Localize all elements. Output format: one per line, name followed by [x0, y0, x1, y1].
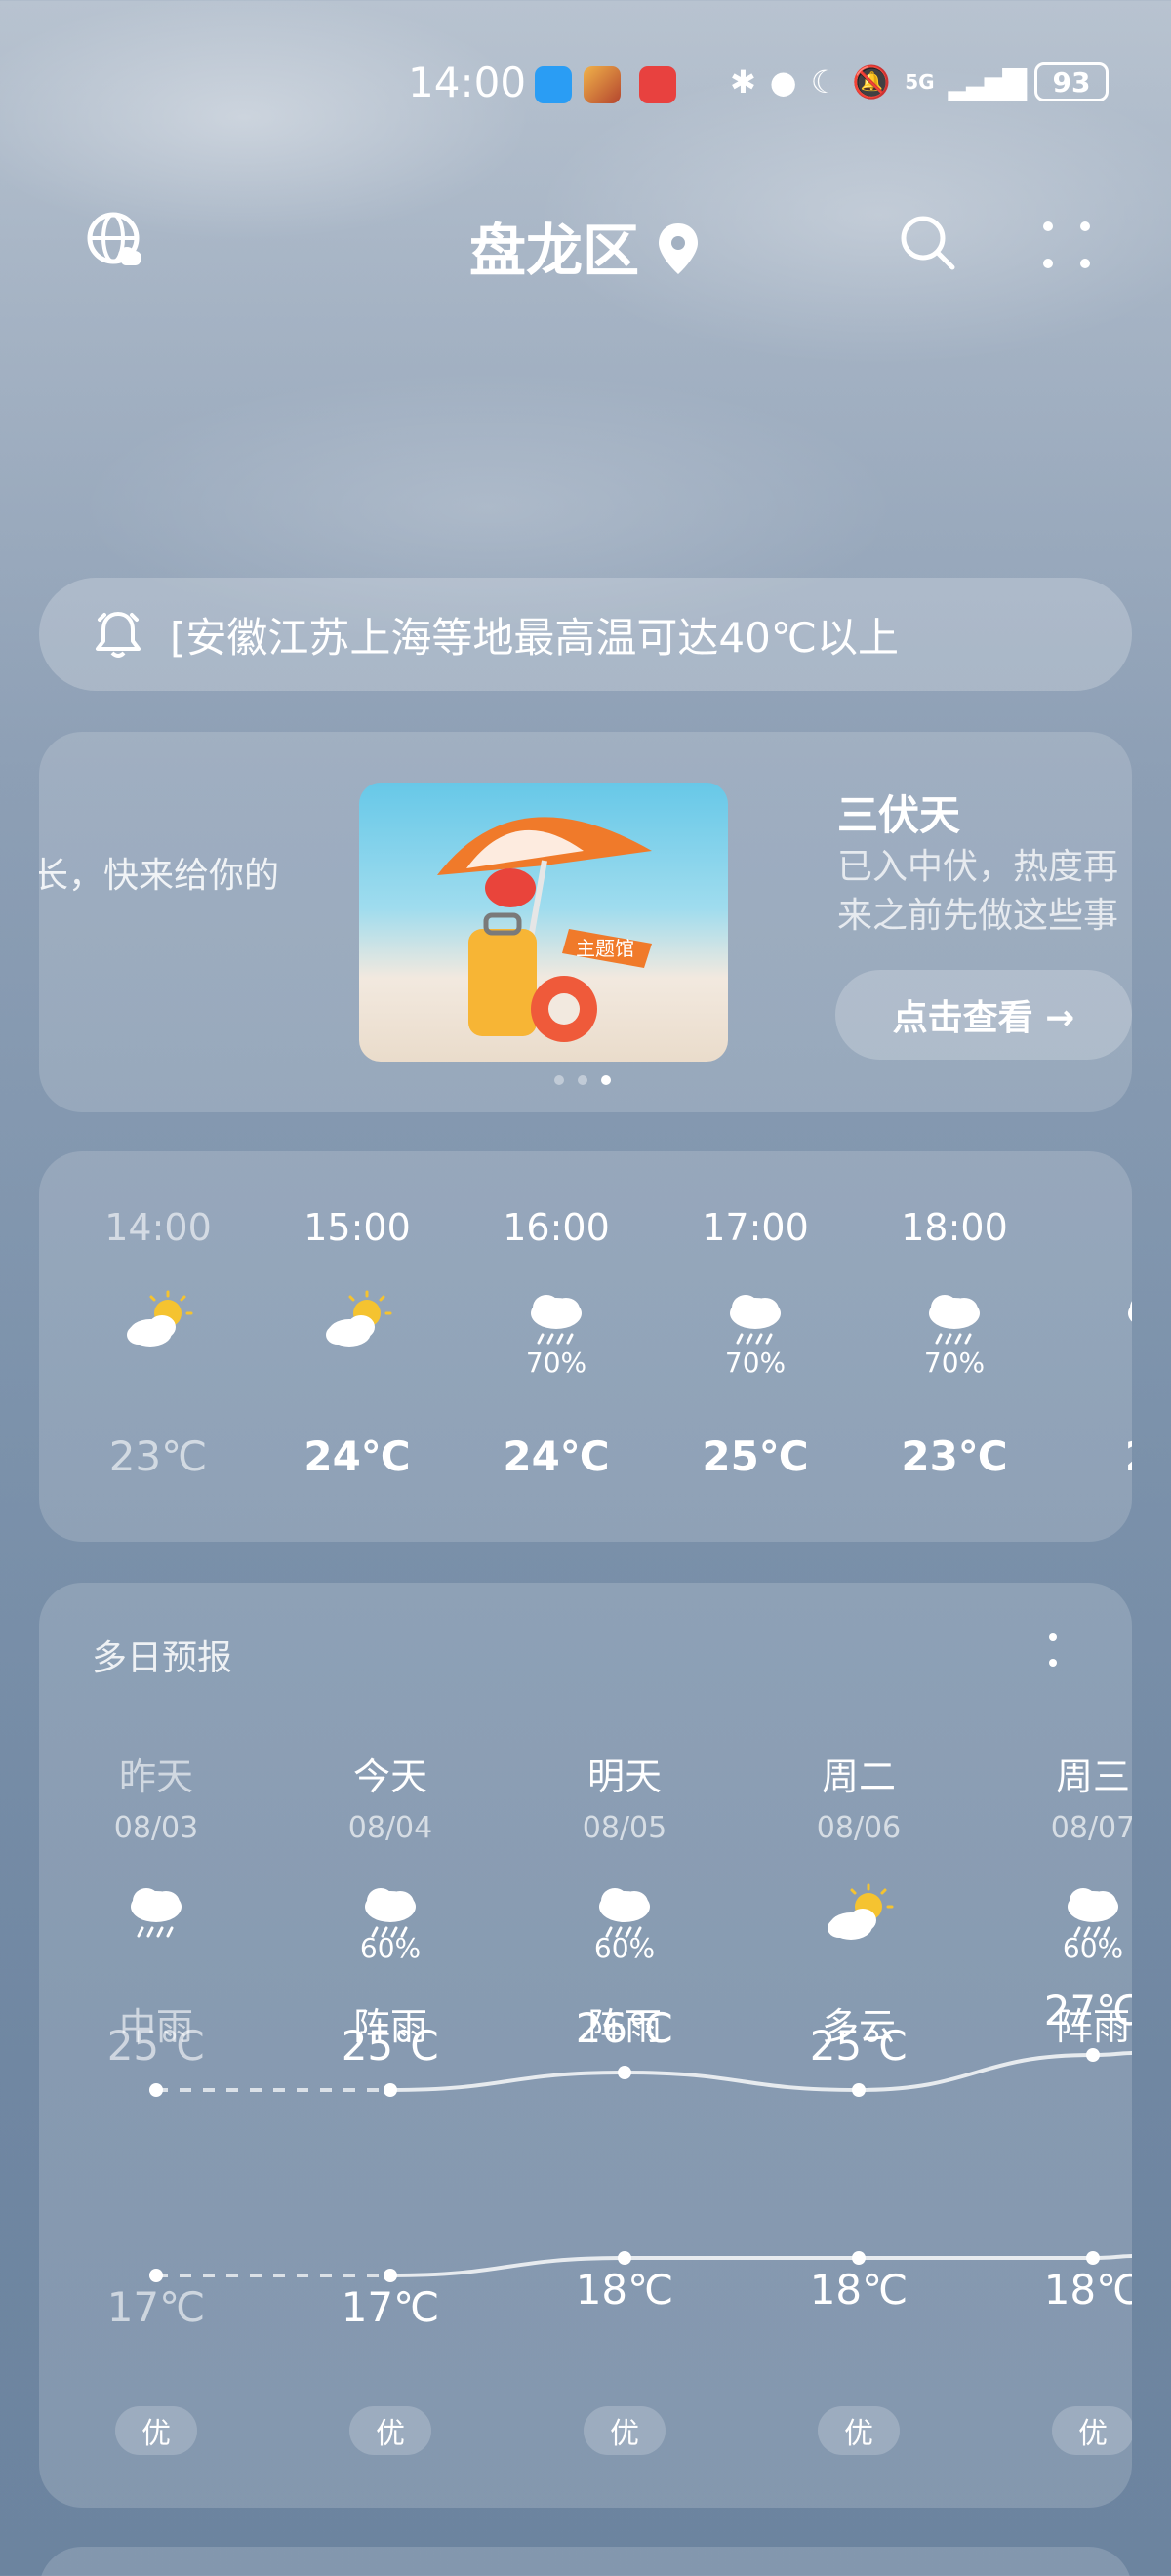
- battery-icon: 93: [1034, 62, 1109, 101]
- daily-item[interactable]: 周二 08/06 多云 25℃ 18℃ 优: [742, 1583, 976, 2508]
- rain-cloud-icon: [117, 1881, 195, 1969]
- hour-time: 14:00: [104, 1206, 212, 1249]
- low-temp: 17℃: [106, 2283, 206, 2331]
- daily-item[interactable]: 明天 08/05 60% 阵雨 26℃ 18℃ 优: [507, 1583, 742, 2508]
- day-name: 周二: [821, 1755, 896, 1798]
- hour-temp: 24℃: [503, 1432, 610, 1480]
- next-card: [39, 2547, 1132, 2576]
- weather-alert-bar[interactable]: [安徽江苏上海等地最高温可达40℃以上: [39, 578, 1132, 691]
- city-title[interactable]: 盘龙区: [0, 205, 1171, 287]
- banner-title: 三伏天: [837, 791, 961, 839]
- low-temp: 18℃: [809, 2266, 909, 2314]
- aqi-badge: 优: [349, 2406, 431, 2455]
- precip-chance: 70%: [724, 1347, 787, 1379]
- partly-cloudy-sun-icon: [820, 1881, 898, 1969]
- day-name: 昨天: [118, 1755, 193, 1798]
- low-temp: 18℃: [1043, 2266, 1132, 2314]
- hourly-item: 18:00 70% 23℃: [855, 1151, 1054, 1542]
- hour-temp: 24℃: [303, 1432, 411, 1480]
- day-date: 08/03: [113, 1811, 199, 1845]
- precip-chance: 70%: [525, 1347, 587, 1379]
- search-icon[interactable]: [896, 211, 958, 273]
- carousel-dots: [554, 1075, 611, 1085]
- signal-bars-icon: ▂▃▅▇: [948, 63, 1027, 101]
- daily-item[interactable]: 周三 08/07 60% 阵雨 27℃ 18℃ 优: [976, 1583, 1132, 2508]
- hour-time: 19: [1054, 1206, 1132, 1249]
- hourly-item: 14:00 23℃: [59, 1151, 258, 1542]
- promo-banner-card[interactable]: 长，快来给你的 主题馆 三伏天 已入中伏，热度再 来之前先做这些事 点击查看 →: [39, 732, 1132, 1112]
- precip-chance: 60%: [359, 1932, 422, 1964]
- aqi-badge: 优: [1052, 2406, 1132, 2455]
- hour-time: 17:00: [702, 1206, 809, 1249]
- high-temp: 27℃: [1043, 1987, 1132, 2034]
- message-app-icon: [535, 66, 572, 103]
- aqi-badge: 优: [115, 2406, 197, 2455]
- status-time: 14:00: [408, 59, 527, 106]
- daily-forecast-card[interactable]: 多日预报 昨天 08/03 中雨 25℃ 17℃ 优今天 08/04 60% 阵雨 25℃ 17℃ 优…: [39, 1583, 1132, 2508]
- carousel-dot: [578, 1075, 587, 1085]
- location-pin-icon: [659, 223, 698, 274]
- day-date: 08/07: [1050, 1811, 1132, 1845]
- hour-temp: 23℃: [901, 1432, 1008, 1480]
- hour-time: 15:00: [303, 1206, 411, 1249]
- day-date: 08/06: [816, 1811, 902, 1845]
- status-bar: 14:00 ✱ ● ☾ 🔕 5G ▂▃▅▇ 93: [0, 59, 1171, 117]
- hour-time: 16:00: [503, 1206, 610, 1249]
- alert-text: [安徽江苏上海等地最高温可达40℃以上: [170, 613, 899, 662]
- banner-desc-line-1: 已入中伏，热度再: [837, 847, 1119, 887]
- day-name: 明天: [586, 1755, 662, 1798]
- beach-umbrella-image: 主题馆: [359, 783, 728, 1062]
- carousel-dot: [554, 1075, 564, 1085]
- day-date: 08/04: [347, 1811, 433, 1845]
- precip-chance: 70%: [923, 1347, 986, 1379]
- aqi-badge: 优: [818, 2406, 900, 2455]
- status-indicators: ✱ ● ☾ 🔕 5G ▂▃▅▇ 93: [730, 62, 1109, 101]
- low-temp: 18℃: [575, 2266, 674, 2314]
- high-temp: 25℃: [106, 2022, 206, 2070]
- partly-cloudy-sun-icon: [318, 1288, 396, 1376]
- daily-item[interactable]: 今天 08/04 60% 阵雨 25℃ 17℃ 优: [273, 1583, 507, 2508]
- banner-image-tag: 主题馆: [576, 937, 634, 960]
- hour-time: 18:00: [901, 1206, 1008, 1249]
- precip-chance: 60%: [1062, 1932, 1124, 1964]
- mute-icon: 🔕: [852, 63, 892, 101]
- app-header: 盘龙区: [0, 195, 1171, 293]
- day-date: 08/05: [582, 1811, 667, 1845]
- partly-cloudy-sun-icon: [119, 1288, 197, 1376]
- banner-prev-text: 长，快来给你的: [39, 856, 280, 896]
- city-name: 盘龙区: [468, 218, 639, 284]
- more-options-icon[interactable]: [1040, 219, 1093, 271]
- precip-chance: 60%: [593, 1932, 656, 1964]
- hour-temp: 22: [1054, 1432, 1132, 1480]
- hourly-item: 15:00 24℃: [258, 1151, 457, 1542]
- moon-icon: ☾: [810, 63, 839, 101]
- bluetooth-icon: ✱: [729, 63, 756, 101]
- high-temp: 25℃: [341, 2022, 440, 2070]
- aqi-badge: 优: [584, 2406, 666, 2455]
- view-details-button[interactable]: 点击查看 →: [835, 970, 1132, 1060]
- battery-level: 93: [1052, 65, 1091, 99]
- hour-temp: 23℃: [108, 1432, 208, 1480]
- hourly-item: 17:00 70% 25℃: [656, 1151, 855, 1542]
- hourly-forecast-card[interactable]: 14:00 23℃ 15:00 24℃ 16:00 70% 24℃ 17:00 70% 25℃ 18…: [39, 1151, 1132, 1542]
- game-app-icon: [584, 66, 621, 103]
- bell-icon: [96, 612, 141, 658]
- precip-chance: 70: [1054, 1347, 1132, 1379]
- daily-item[interactable]: 昨天 08/03 中雨 25℃ 17℃ 优: [39, 1583, 273, 2508]
- banner-desc-line-2: 来之前先做这些事: [837, 896, 1119, 936]
- signal-label: 5G: [905, 70, 935, 94]
- hourly-item: 19 70 22: [1054, 1151, 1132, 1542]
- red-app-icon: [639, 66, 676, 103]
- hourly-item: 16:00 70% 24℃: [457, 1151, 656, 1542]
- banner-description: 已入中伏，热度再 来之前先做这些事: [837, 843, 1132, 941]
- day-name: 周三: [1055, 1755, 1130, 1798]
- low-temp: 17℃: [341, 2283, 440, 2331]
- carousel-dot-active: [601, 1075, 611, 1085]
- high-temp: 25℃: [809, 2022, 909, 2070]
- location-icon: ●: [769, 63, 797, 101]
- day-name: 今天: [352, 1755, 427, 1798]
- high-temp: 26℃: [575, 2004, 674, 2052]
- hour-temp: 25℃: [702, 1432, 809, 1480]
